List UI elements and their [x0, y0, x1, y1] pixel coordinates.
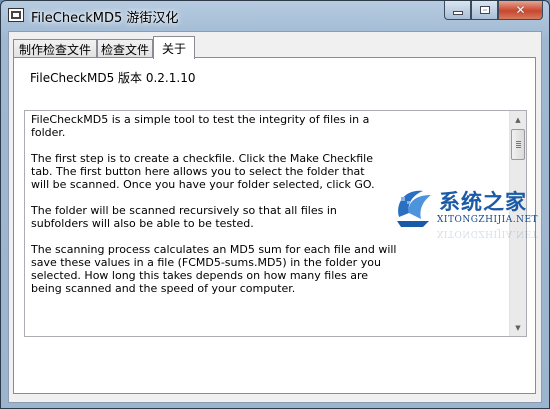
version-label: FileCheckMD5 版本 0.2.1.10	[30, 71, 196, 85]
arrow-down-icon: ▼	[515, 323, 521, 332]
close-icon: ✕	[515, 3, 526, 17]
client-area: 制作检查文件 检查文件 关于 FileCheckMD5 版本 0.2.1.10 …	[8, 31, 542, 403]
scroll-up-button[interactable]: ▲	[510, 111, 526, 128]
tab-make-checkfile[interactable]: 制作检查文件	[13, 39, 97, 58]
tab-check-file[interactable]: 检查文件	[97, 39, 153, 58]
title-bar[interactable]: FileCheckMD5 游街汉化 ✕	[1, 1, 549, 31]
tab-about[interactable]: 关于	[153, 36, 195, 59]
scroll-thumb[interactable]	[511, 129, 525, 160]
app-icon[interactable]	[8, 8, 24, 22]
about-paragraph: The scanning process calculates an MD5 s…	[31, 243, 397, 295]
application-window: FileCheckMD5 游街汉化 ✕ 制作检查文件 检查文件 关于 FileC…	[0, 0, 550, 409]
arrow-up-icon: ▲	[515, 115, 521, 124]
window-title: FileCheckMD5 游街汉化	[31, 11, 179, 26]
caption-buttons: ✕	[444, 1, 543, 21]
minimize-icon	[452, 11, 463, 15]
about-paragraph: FileCheckMD5 is a simple tool to test th…	[31, 113, 370, 139]
about-paragraph: The folder will be scanned recursively s…	[31, 204, 337, 230]
about-text-box[interactable]: FileCheckMD5 is a simple tool to test th…	[24, 110, 527, 337]
close-button[interactable]: ✕	[498, 1, 543, 20]
vertical-scrollbar[interactable]: ▲ ▼	[509, 111, 526, 336]
maximize-icon	[479, 6, 490, 14]
about-text: FileCheckMD5 is a simple tool to test th…	[31, 113, 506, 308]
minimize-button[interactable]	[444, 1, 471, 20]
about-paragraph: The first step is to create a checkfile.…	[31, 152, 375, 191]
about-panel: FileCheckMD5 版本 0.2.1.10 FileCheckMD5 is…	[13, 57, 536, 394]
scroll-down-button[interactable]: ▼	[510, 319, 526, 336]
maximize-button[interactable]	[471, 1, 498, 20]
